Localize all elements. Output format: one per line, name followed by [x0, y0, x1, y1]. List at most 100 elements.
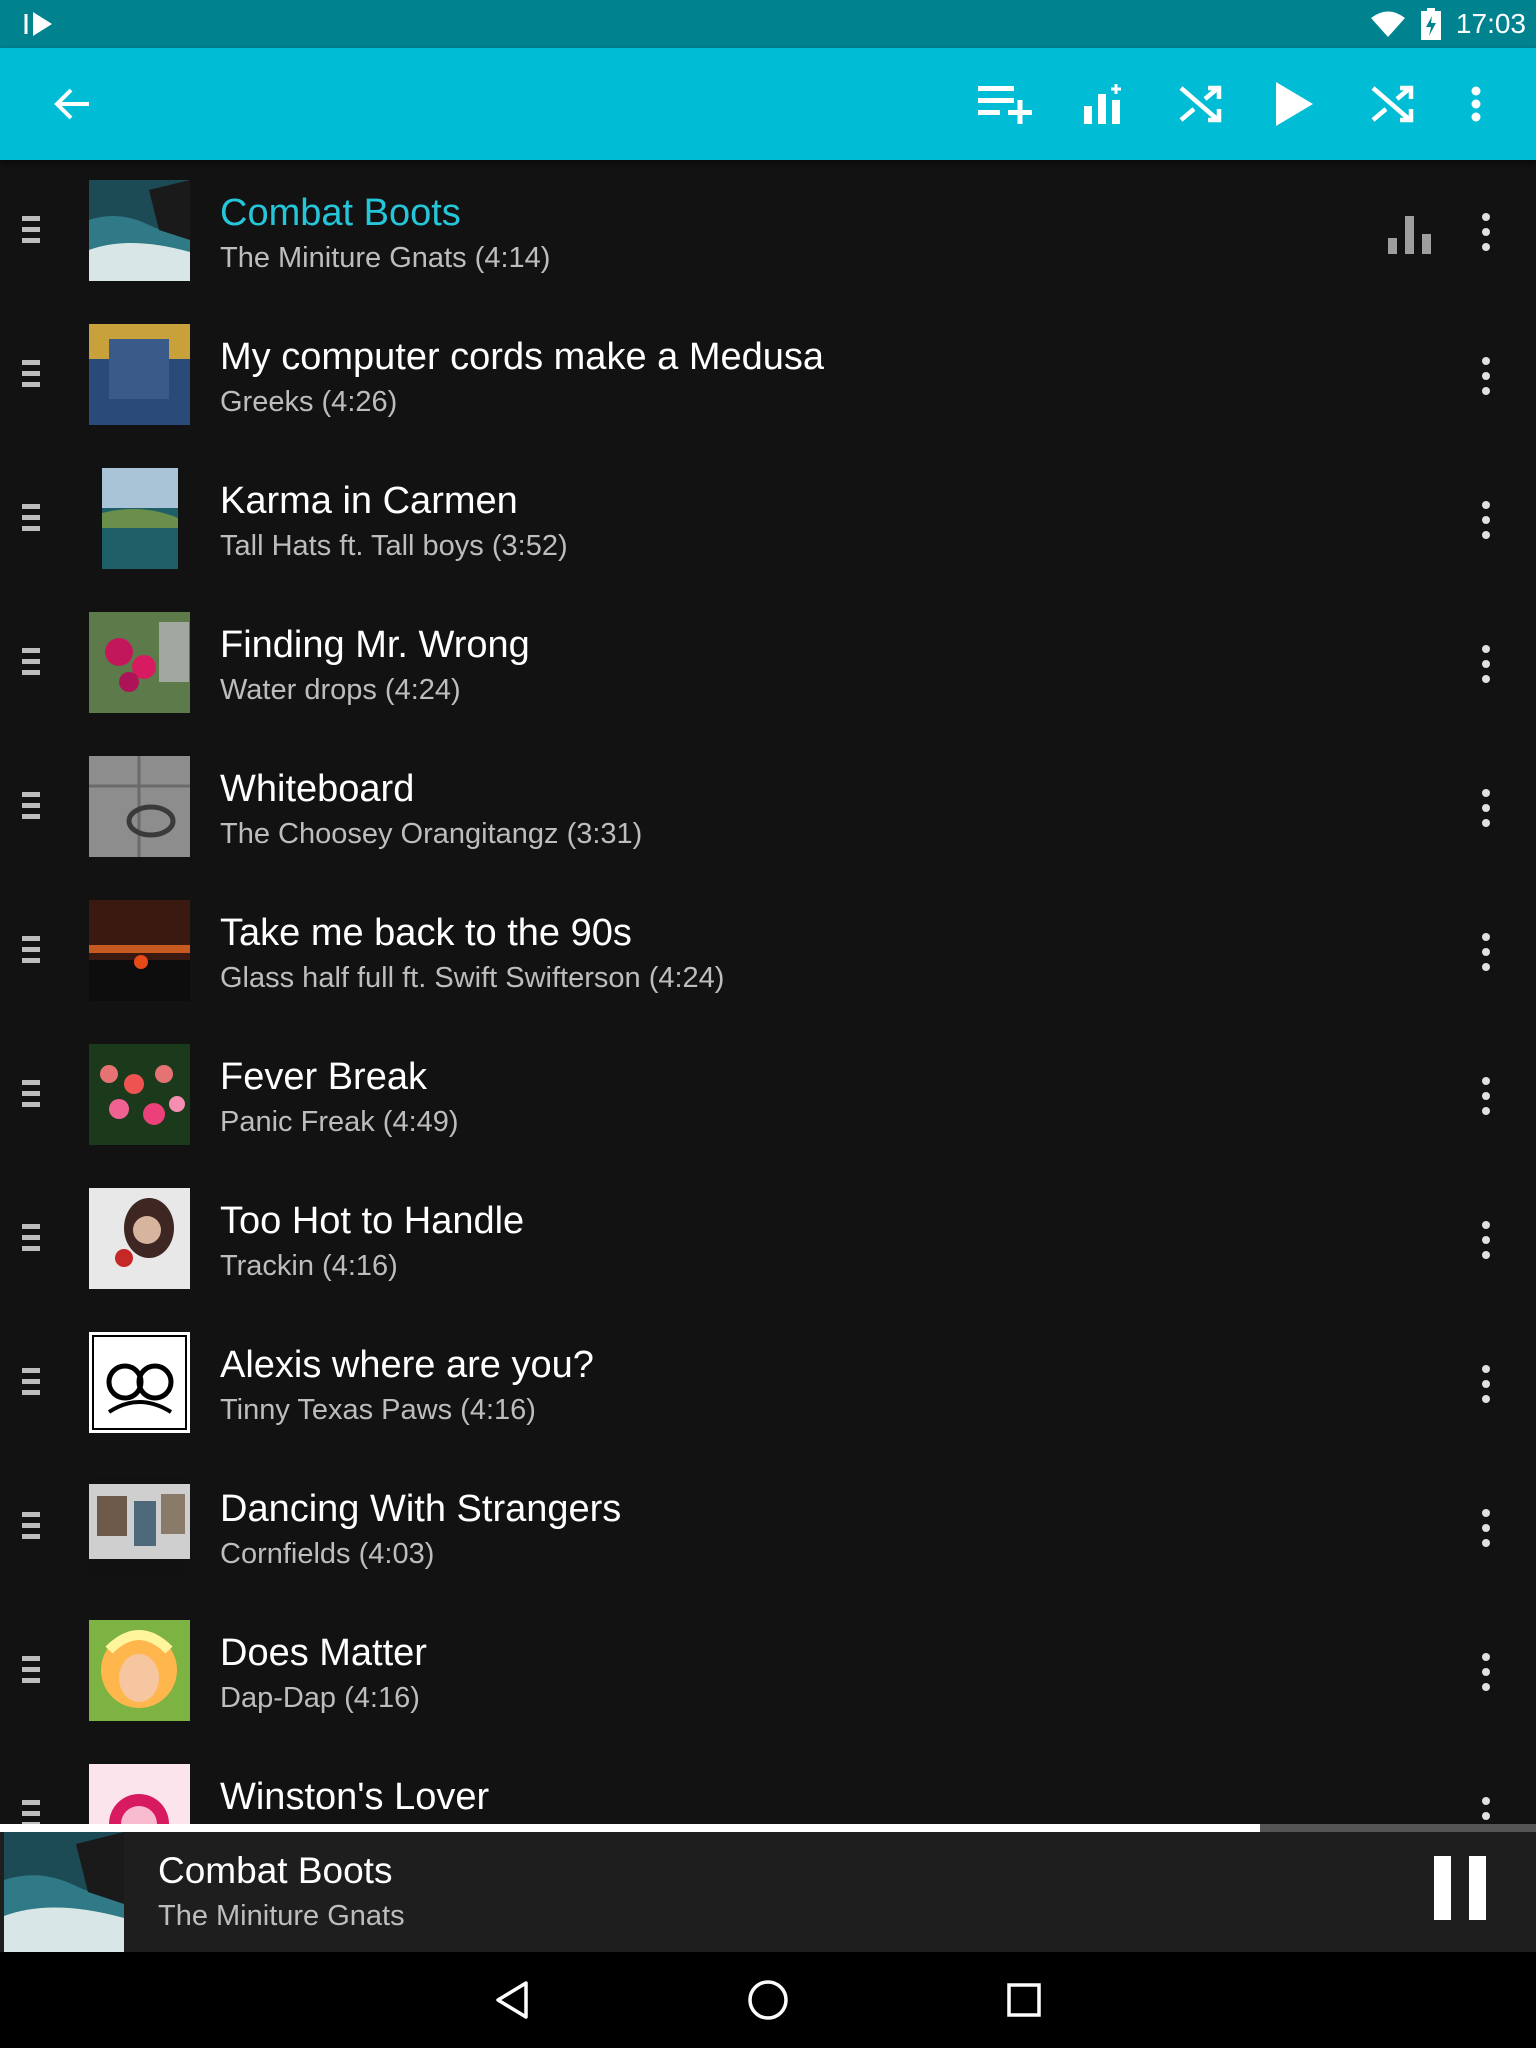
track-row[interactable]: Dancing With Strangers Cornfields (4:03) — [0, 1456, 1536, 1600]
now-playing-artist: The Miniture Gnats — [158, 1900, 405, 1932]
track-more-options-icon[interactable] — [1466, 1352, 1506, 1416]
track-title: Alexis where are you? — [220, 1344, 594, 1386]
album-art — [89, 1476, 190, 1577]
overflow-menu-button[interactable] — [1428, 48, 1524, 160]
track-row[interactable]: Combat Boots The Miniture Gnats (4:14) — [0, 160, 1536, 304]
track-more-options-icon[interactable] — [1466, 488, 1506, 552]
drag-handle-icon[interactable] — [22, 792, 48, 824]
now-playing-album-art[interactable] — [4, 1832, 124, 1952]
track-row[interactable]: Take me back to the 90s Glass half full … — [0, 880, 1536, 1024]
drag-handle-icon[interactable] — [22, 936, 48, 968]
track-row[interactable]: Karma in Carmen Tall Hats ft. Tall boys … — [0, 448, 1536, 592]
track-more-options-icon[interactable] — [1466, 776, 1506, 840]
track-subtitle: Panic Freak (4:49) — [220, 1106, 459, 1138]
status-clock: 17:03 — [1455, 8, 1526, 39]
track-row[interactable]: Too Hot to Handle Trackin (4:16) — [0, 1168, 1536, 1312]
track-more-options-icon[interactable] — [1466, 920, 1506, 984]
album-art — [89, 1764, 190, 1824]
track-title: Finding Mr. Wrong — [220, 624, 530, 666]
track-row[interactable]: Does Matter Dap-Dap (4:16) — [0, 1600, 1536, 1744]
pause-button[interactable] — [1430, 1856, 1490, 1920]
track-subtitle: The Miniture Gnats (4:14) — [220, 242, 551, 274]
home-circle-icon — [748, 1980, 788, 2020]
drag-handle-icon[interactable] — [22, 1656, 48, 1688]
track-row[interactable]: Finding Mr. Wrong Water drops (4:24) — [0, 592, 1536, 736]
track-title: Karma in Carmen — [220, 480, 518, 522]
nav-home-button[interactable] — [708, 1952, 828, 2048]
drag-handle-icon[interactable] — [22, 648, 48, 680]
overflow-menu-icon — [1471, 86, 1481, 122]
drag-handle-icon[interactable] — [22, 360, 48, 392]
back-arrow-icon — [54, 88, 89, 120]
equalizer-add-button[interactable] — [1056, 48, 1152, 160]
album-art — [89, 180, 190, 281]
nav-back-button[interactable] — [452, 1952, 572, 2048]
add-to-playlist-button[interactable] — [958, 48, 1054, 160]
track-subtitle: Tall Hats ft. Tall boys (3:52) — [220, 530, 568, 562]
track-title: Fever Break — [220, 1056, 427, 1098]
toolbar — [0, 48, 1536, 160]
album-art — [89, 900, 190, 1001]
drag-handle-icon[interactable] — [22, 1800, 48, 1824]
track-more-options-icon[interactable] — [1466, 1784, 1506, 1824]
track-title: Dancing With Strangers — [220, 1488, 622, 1530]
playback-progress-bar[interactable] — [0, 1824, 1536, 1832]
back-triangle-icon — [496, 1981, 528, 2019]
drag-handle-icon[interactable] — [22, 504, 48, 536]
track-more-options-icon[interactable] — [1466, 1208, 1506, 1272]
play-icon — [1276, 82, 1313, 126]
drag-handle-icon[interactable] — [22, 1080, 48, 1112]
drag-handle-icon[interactable] — [22, 216, 48, 248]
play-button[interactable] — [1246, 48, 1342, 160]
shuffle-all-icon — [1371, 85, 1414, 123]
pause-icon-bar — [1469, 1856, 1486, 1920]
track-title: Winston's Lover — [220, 1776, 490, 1818]
track-more-options-icon[interactable] — [1466, 200, 1506, 264]
track-title: Too Hot to Handle — [220, 1200, 525, 1242]
track-subtitle: Tinny Texas Paws (4:16) — [220, 1394, 536, 1426]
track-row[interactable]: Whiteboard The Choosey Orangitangz (3:31… — [0, 736, 1536, 880]
album-art — [89, 1188, 190, 1289]
track-more-options-icon[interactable] — [1466, 1064, 1506, 1128]
drag-handle-icon[interactable] — [22, 1368, 48, 1400]
album-art — [89, 1620, 190, 1721]
track-subtitle: Greeks (4:26) — [220, 386, 398, 418]
status-bar: 17:03 — [0, 0, 1536, 48]
back-button[interactable] — [24, 48, 120, 160]
track-row[interactable]: Alexis where are you? Tinny Texas Paws (… — [0, 1312, 1536, 1456]
track-title: Combat Boots — [220, 192, 461, 234]
track-row[interactable]: Fever Break Panic Freak (4:49) — [0, 1024, 1536, 1168]
album-art — [89, 1332, 190, 1433]
track-row[interactable]: My computer cords make a Medusa Greeks (… — [0, 304, 1536, 448]
shuffle-icon — [1179, 85, 1222, 123]
track-more-options-icon[interactable] — [1466, 632, 1506, 696]
track-more-options-icon[interactable] — [1466, 1640, 1506, 1704]
recents-square-icon — [1007, 1983, 1041, 2017]
now-playing-bar[interactable]: Combat Boots The Miniture Gnats — [0, 1832, 1536, 1952]
track-list[interactable]: Combat Boots The Miniture Gnats (4:14) M… — [0, 160, 1536, 1824]
wifi-icon — [1370, 11, 1405, 37]
track-subtitle: Glass half full ft. Swift Swifterson (4:… — [220, 962, 725, 994]
drag-handle-icon[interactable] — [22, 1512, 48, 1544]
equalizer-add-icon — [1084, 84, 1121, 124]
album-art — [89, 612, 190, 713]
drag-handle-icon[interactable] — [22, 1224, 48, 1256]
album-art — [89, 1044, 190, 1145]
playlist-add-icon — [978, 86, 1032, 124]
track-subtitle: Trackin (4:16) — [220, 1250, 398, 1282]
now-playing-title: Combat Boots — [158, 1850, 393, 1891]
track-title: Whiteboard — [220, 768, 415, 810]
track-subtitle: Cornfields (4:03) — [220, 1538, 435, 1570]
shuffle-button[interactable] — [1152, 48, 1248, 160]
track-title: Does Matter — [220, 1632, 427, 1674]
shuffle-all-button[interactable] — [1344, 48, 1440, 160]
track-title: Take me back to the 90s — [220, 912, 632, 954]
track-title: My computer cords make a Medusa — [220, 336, 825, 378]
track-more-options-icon[interactable] — [1466, 1496, 1506, 1560]
track-subtitle: Dap-Dap (4:16) — [220, 1682, 420, 1714]
album-art — [89, 324, 190, 425]
nav-recents-button[interactable] — [964, 1952, 1084, 2048]
track-more-options-icon[interactable] — [1466, 344, 1506, 408]
track-row[interactable]: Winston's Lover — [0, 1744, 1536, 1824]
track-subtitle: The Choosey Orangitangz (3:31) — [220, 818, 643, 850]
